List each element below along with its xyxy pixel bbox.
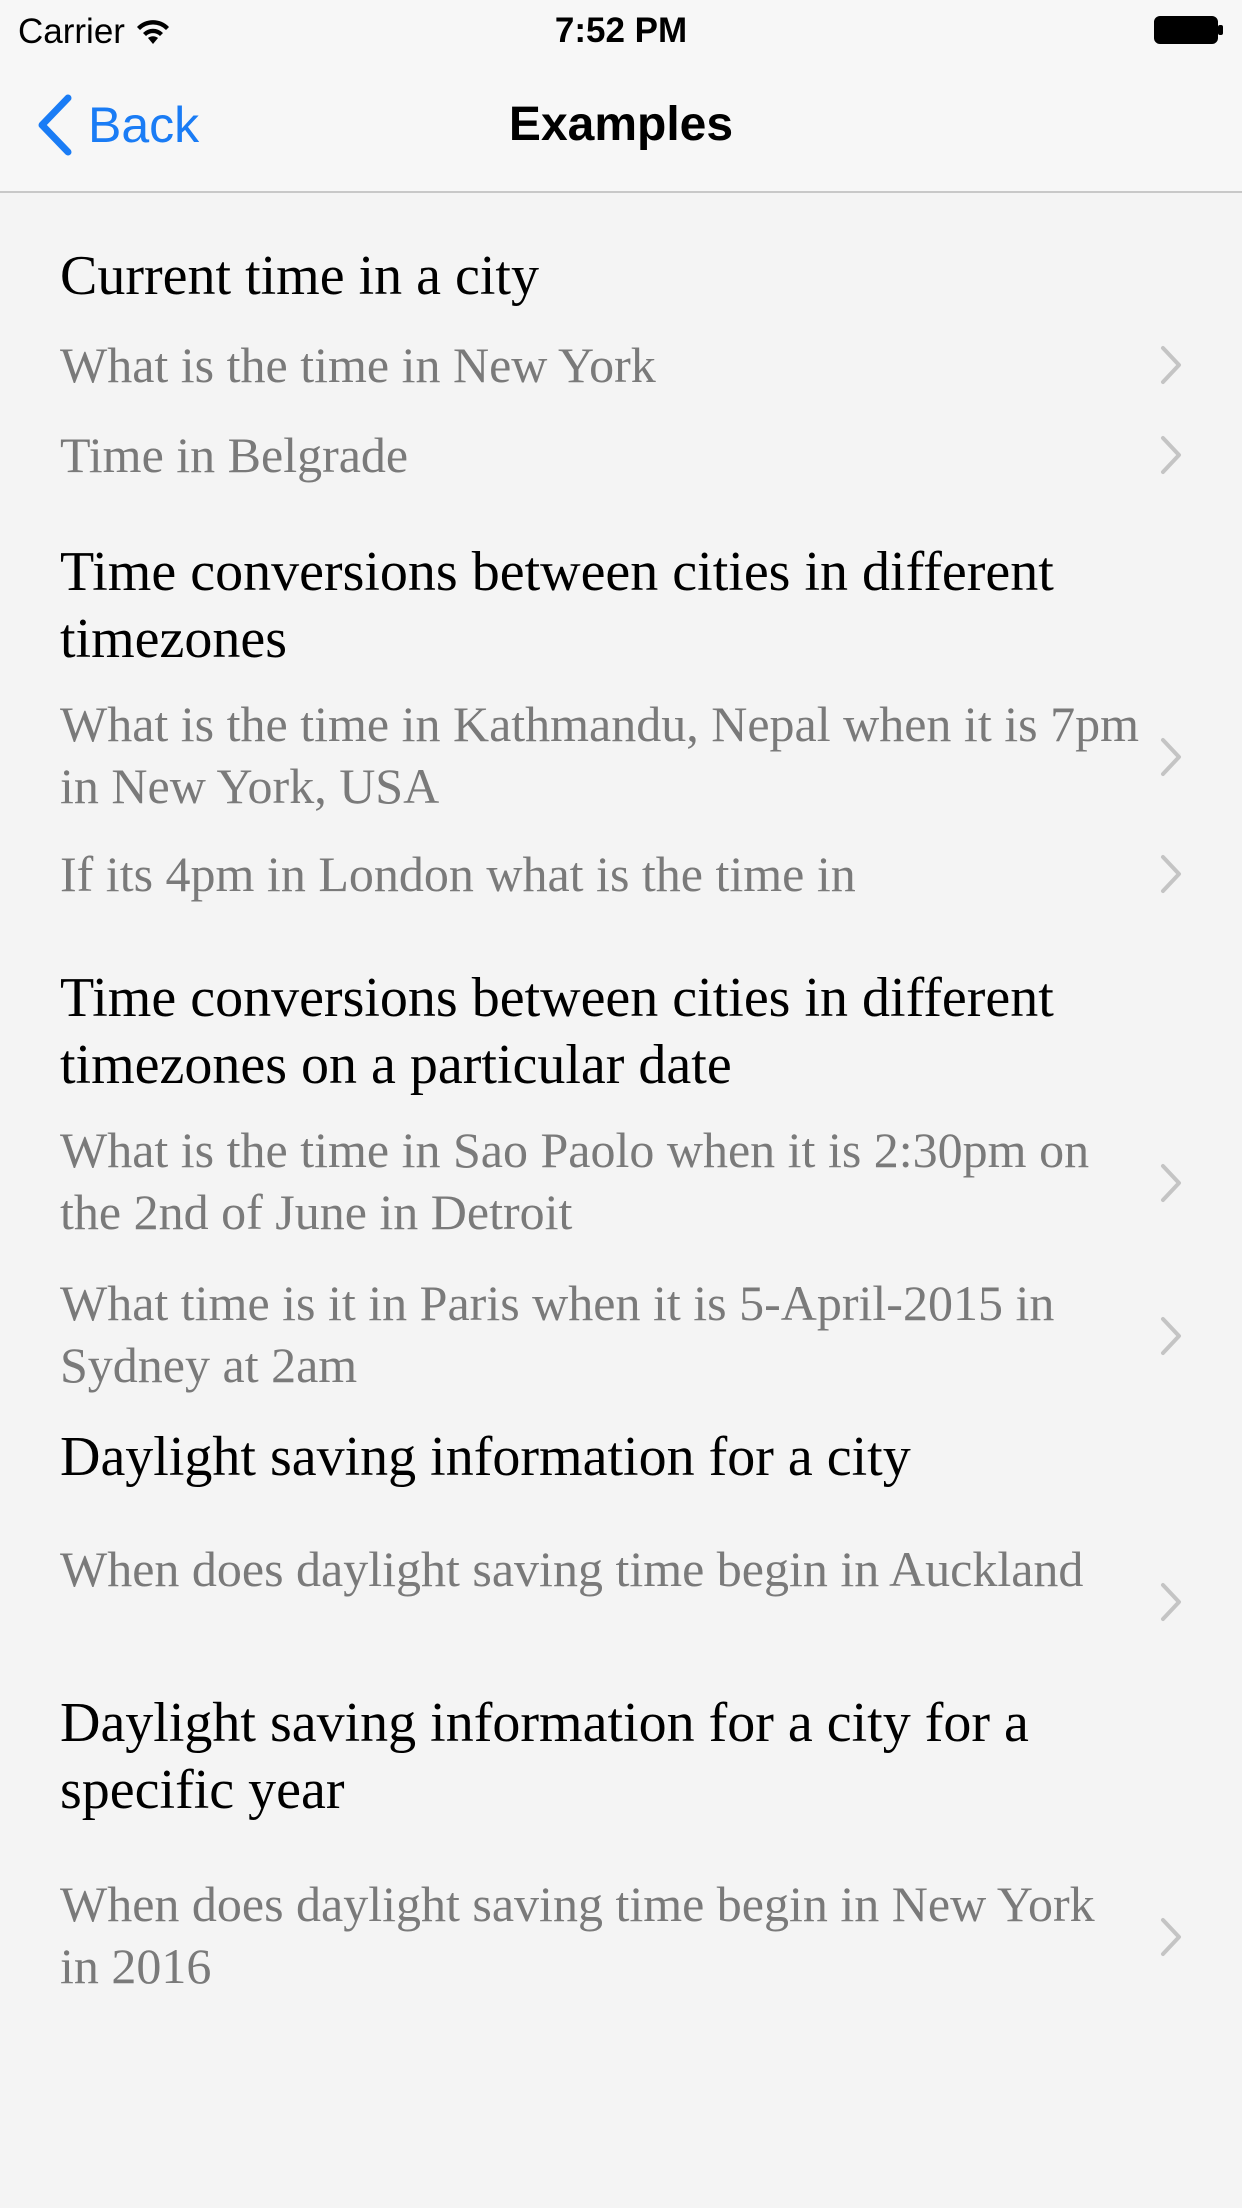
- chevron-right-icon: [1161, 855, 1181, 893]
- chevron-right-icon: [1161, 738, 1181, 776]
- page-title: Examples: [508, 98, 734, 151]
- list-item[interactable]: If its 4pm in London what is the time in: [0, 839, 1242, 919]
- chevron-right-icon: [1161, 1317, 1181, 1355]
- navigation-bar: Back Examples: [0, 60, 1242, 193]
- list-item-label: What is the time in Kathmandu, Nepal whe…: [60, 696, 1139, 814]
- status-bar: Carrier 7:52 PM: [0, 0, 1242, 60]
- section-header: Current time in a city: [60, 245, 539, 307]
- status-time: 7:52 PM: [554, 11, 688, 50]
- chevron-right-icon: [1161, 346, 1181, 384]
- list-item[interactable]: What is the time in Kathmandu, Nepal whe…: [0, 693, 1242, 817]
- section-header: Time conversions between cities in diffe…: [60, 967, 1054, 1096]
- list-item-label: When does daylight saving time begin in …: [60, 1876, 1095, 1994]
- list-item-label: If its 4pm in London what is the time in: [60, 846, 856, 902]
- list-item[interactable]: Time in Belgrade: [0, 415, 1242, 495]
- list-item-label: When does daylight saving time begin in …: [60, 1541, 1084, 1597]
- list-item[interactable]: What is the time in Sao Paolo when it is…: [0, 1119, 1242, 1243]
- list-item-label: What time is it in Paris when it is 5-Ap…: [60, 1275, 1055, 1393]
- list-item[interactable]: When does daylight saving time begin in …: [0, 1538, 1242, 1662]
- list-item[interactable]: What is the time in New York: [0, 325, 1242, 405]
- section-header: Daylight saving information for a city f…: [60, 1692, 1029, 1821]
- list-item[interactable]: When does daylight saving time begin in …: [0, 1873, 1242, 1997]
- list-item[interactable]: What time is it in Paris when it is 5-Ap…: [0, 1272, 1242, 1396]
- list-item-label: What is the time in Sao Paolo when it is…: [60, 1122, 1090, 1240]
- chevron-right-icon: [1161, 1918, 1181, 1956]
- list-item-label: What is the time in New York: [60, 337, 656, 393]
- section-header: Daylight saving information for a city: [60, 1426, 911, 1488]
- battery-icon: [1154, 16, 1223, 44]
- chevron-right-icon: [1161, 1583, 1181, 1621]
- chevron-right-icon: [1161, 1164, 1181, 1202]
- list-item-label: Time in Belgrade: [60, 427, 409, 483]
- chevron-right-icon: [1161, 436, 1181, 474]
- section-header: Time conversions between cities in diffe…: [60, 541, 1054, 670]
